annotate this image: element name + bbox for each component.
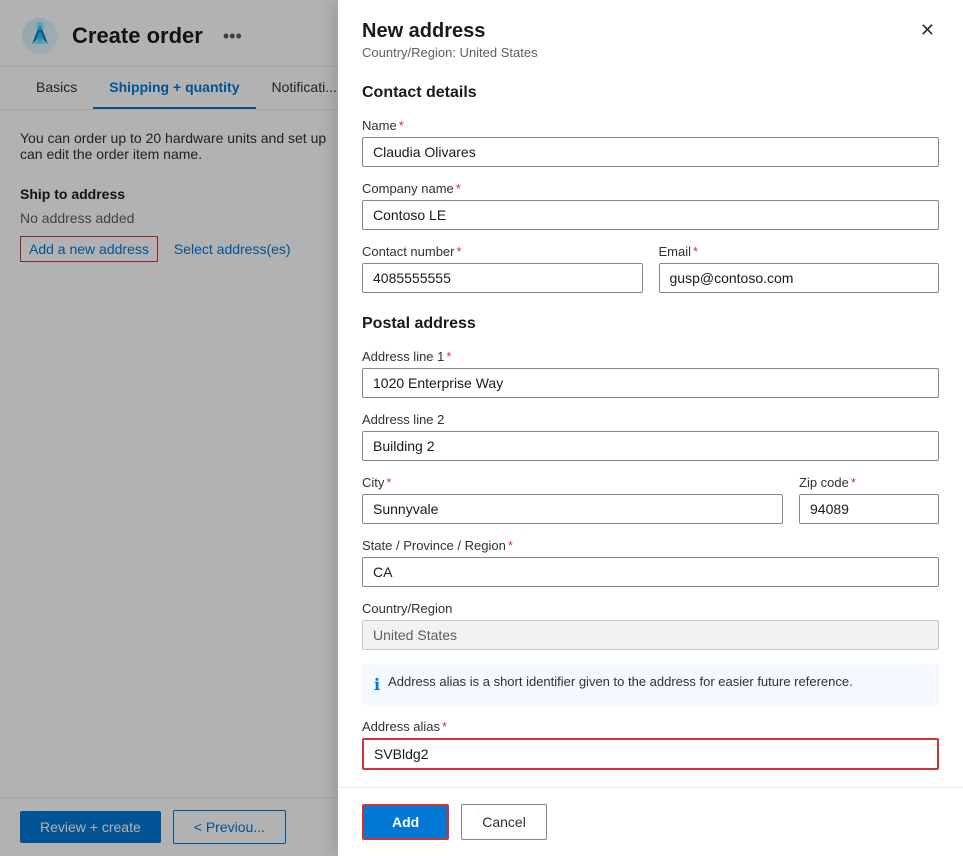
cancel-button[interactable]: Cancel	[461, 804, 547, 840]
email-input[interactable]	[659, 263, 940, 293]
city-field-group: City*	[362, 475, 783, 524]
modal-title-group: New address Country/Region: United State…	[362, 20, 538, 60]
zip-required: *	[851, 475, 856, 490]
info-icon: ℹ	[374, 675, 380, 695]
city-zip-row: City* Zip code*	[362, 475, 939, 538]
address-line1-label: Address line 1*	[362, 349, 939, 364]
modal-close-button[interactable]: ✕	[916, 16, 939, 45]
country-input	[362, 620, 939, 650]
alias-required: *	[442, 719, 447, 734]
name-field-group: Name*	[362, 118, 939, 167]
name-label: Name*	[362, 118, 939, 133]
contact-number-field-group: Contact number*	[362, 244, 643, 293]
city-label: City*	[362, 475, 783, 490]
zip-code-field-group: Zip code*	[799, 475, 939, 524]
address-alias-label: Address alias*	[362, 719, 939, 734]
info-text: Address alias is a short identifier give…	[388, 674, 853, 689]
name-required: *	[399, 118, 404, 133]
company-name-label: Company name*	[362, 181, 939, 196]
contact-number-label: Contact number*	[362, 244, 643, 259]
address-line1-input[interactable]	[362, 368, 939, 398]
zip-code-label: Zip code*	[799, 475, 939, 490]
email-required: *	[693, 244, 698, 259]
contact-details-heading: Contact details	[362, 84, 939, 102]
modal-header: New address Country/Region: United State…	[338, 0, 963, 64]
company-name-field-group: Company name*	[362, 181, 939, 230]
modal-subtitle: Country/Region: United States	[362, 45, 538, 60]
address-line1-field-group: Address line 1*	[362, 349, 939, 398]
address-line2-input[interactable]	[362, 431, 939, 461]
state-required: *	[508, 538, 513, 553]
state-field-group: State / Province / Region*	[362, 538, 939, 587]
city-input[interactable]	[362, 494, 783, 524]
modal-title: New address	[362, 20, 538, 43]
city-required: *	[386, 475, 391, 490]
addr1-required: *	[446, 349, 451, 364]
country-field-group: Country/Region	[362, 601, 939, 650]
address-alias-input[interactable]	[362, 738, 939, 770]
email-field-group: Email*	[659, 244, 940, 293]
address-alias-info-box: ℹ Address alias is a short identifier gi…	[362, 664, 939, 705]
company-required: *	[456, 181, 461, 196]
modal-body: Contact details Name* Company name* Cont…	[338, 64, 963, 787]
postal-address-heading: Postal address	[362, 315, 939, 333]
state-label: State / Province / Region*	[362, 538, 939, 553]
address-line2-field-group: Address line 2	[362, 412, 939, 461]
contact-email-row: Contact number* Email*	[362, 244, 939, 307]
country-label: Country/Region	[362, 601, 939, 616]
name-input[interactable]	[362, 137, 939, 167]
email-label: Email*	[659, 244, 940, 259]
modal-footer: Add Cancel	[338, 787, 963, 856]
zip-code-input[interactable]	[799, 494, 939, 524]
new-address-modal: New address Country/Region: United State…	[338, 0, 963, 856]
state-input[interactable]	[362, 557, 939, 587]
address-line2-label: Address line 2	[362, 412, 939, 427]
add-button[interactable]: Add	[362, 804, 449, 840]
company-name-input[interactable]	[362, 200, 939, 230]
contact-required: *	[457, 244, 462, 259]
address-alias-field-group: Address alias*	[362, 719, 939, 770]
contact-number-input[interactable]	[362, 263, 643, 293]
